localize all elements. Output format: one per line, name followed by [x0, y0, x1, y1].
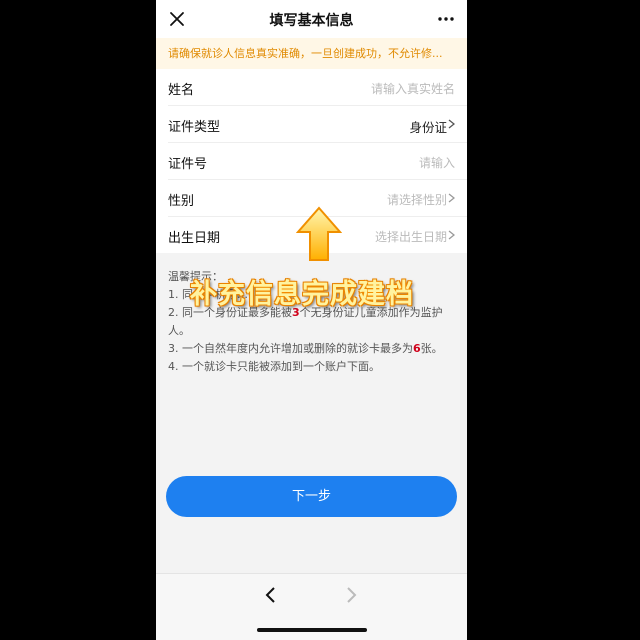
chevron-right-icon: [448, 193, 455, 203]
navigation-bar: 填写基本信息: [156, 0, 467, 38]
id-type-label: 证件类型: [168, 120, 221, 135]
gender-select[interactable]: 请选择性别: [387, 191, 447, 208]
id-type-row[interactable]: 证件类型 身份证: [168, 106, 467, 143]
birthdate-select[interactable]: 选择出生日期: [375, 228, 447, 245]
up-arrow-icon: [296, 206, 342, 261]
home-indicator: [257, 628, 367, 632]
name-label: 姓名: [168, 83, 195, 98]
more-icon[interactable]: [435, 8, 457, 30]
gender-label: 性别: [168, 194, 195, 209]
tip-3: 3. 一个自然年度内允许增加或删除的就诊卡最多为6张。: [168, 340, 458, 358]
chevron-right-icon: [448, 119, 455, 129]
name-input[interactable]: 请输入真实姓名: [371, 80, 455, 97]
phone-screen: 填写基本信息 请确保就诊人信息真实准确，一旦创建成功，不允许修... 姓名 请输…: [156, 0, 467, 640]
tip-3-text: 3. 一个自然年度内允许增加或删除的就诊卡最多为: [168, 342, 413, 355]
tip-4: 4. 一个就诊卡只能被添加到一个账户下面。: [168, 360, 380, 373]
id-number-input[interactable]: 请输入: [419, 154, 455, 171]
id-number-row[interactable]: 证件号 请输入: [168, 143, 467, 180]
back-arrow-icon[interactable]: [264, 586, 278, 604]
chevron-right-icon: [448, 230, 455, 240]
id-type-select[interactable]: 身份证: [409, 117, 447, 136]
overlay-caption: 补充信息完成建档: [190, 279, 414, 310]
notice-banner: 请确保就诊人信息真实准确，一旦创建成功，不允许修...: [156, 38, 467, 69]
next-button[interactable]: 下一步: [166, 476, 457, 517]
id-number-label: 证件号: [168, 157, 208, 172]
name-row[interactable]: 姓名 请输入真实姓名: [168, 69, 467, 106]
forward-arrow-icon[interactable]: [344, 586, 358, 604]
page-title: 填写基本信息: [269, 13, 354, 29]
birthdate-label: 出生日期: [168, 231, 221, 246]
tip-3-number: 6: [413, 342, 421, 355]
tip-3-text-end: 张。: [420, 342, 443, 355]
